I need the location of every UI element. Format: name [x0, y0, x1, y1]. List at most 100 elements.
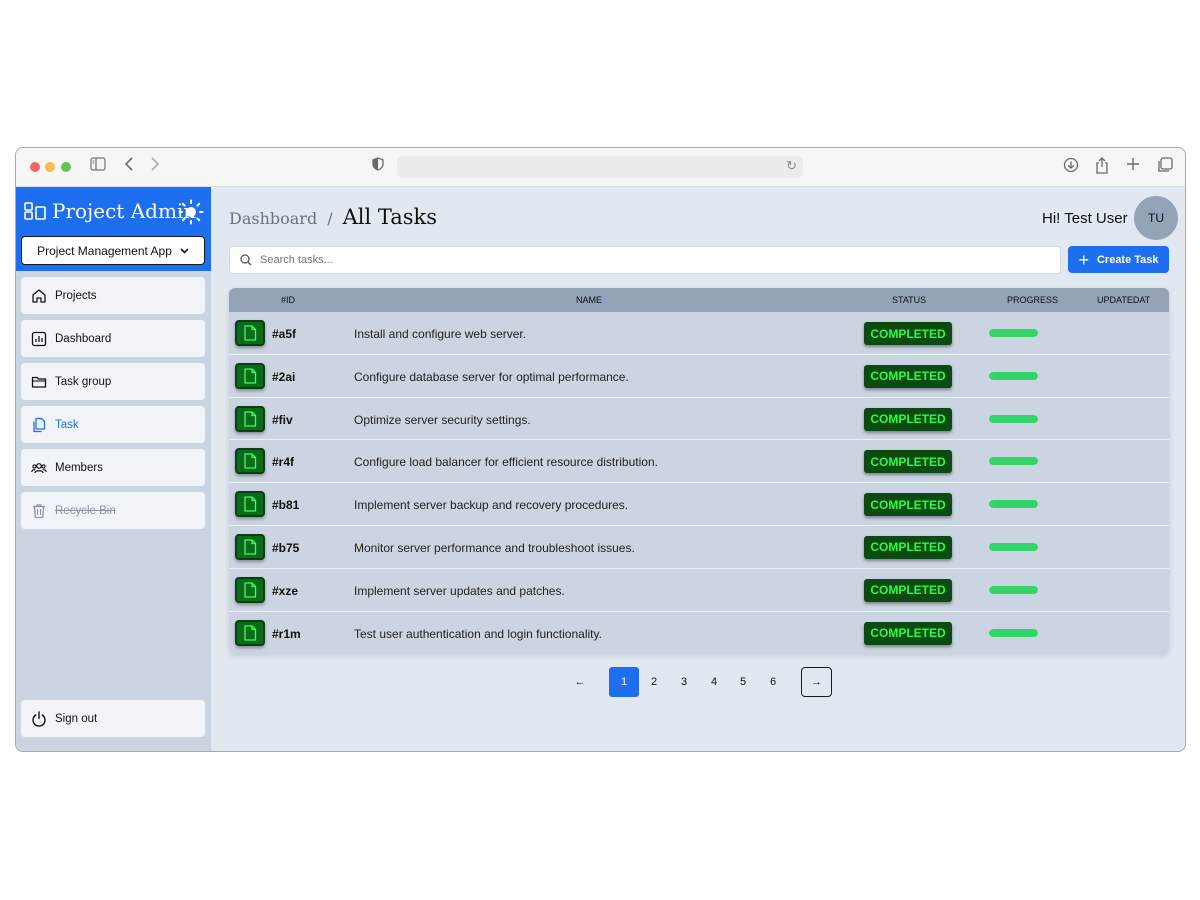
table-row[interactable]: #b81 Implement server backup and recovery…	[229, 483, 1169, 526]
column-header-updatedat[interactable]: UPDATEDAT	[1097, 295, 1150, 305]
file-icon[interactable]	[235, 491, 265, 518]
table-row[interactable]: #r1m Test user authentication and login f…	[229, 612, 1169, 654]
column-header-status[interactable]: STATUS	[892, 295, 926, 305]
page-6-button[interactable]: 6	[758, 667, 788, 697]
progress-fill	[989, 500, 1038, 509]
trash-icon	[33, 503, 45, 518]
page-4-button[interactable]: 4	[699, 667, 729, 697]
table-header: #ID NAME STATUS PROGRESS UPDATEDAT	[229, 288, 1169, 312]
table-row[interactable]: #xze Implement server updates and patches…	[229, 569, 1169, 612]
table-row[interactable]: #r4f Configure load balancer for efficien…	[229, 440, 1169, 484]
progress-fill	[989, 628, 1038, 637]
file-icon[interactable]	[235, 576, 265, 603]
app-select-label: Project Management App	[37, 243, 172, 258]
progress-bar	[989, 371, 1038, 380]
table-row[interactable]: #b75 Monitor server performance and troub…	[229, 526, 1169, 569]
column-header-name[interactable]: NAME	[576, 295, 602, 305]
search-icon	[240, 254, 252, 266]
brand-header: Project Admin Project Management App	[16, 187, 211, 271]
back-icon[interactable]	[124, 157, 134, 177]
forward-icon[interactable]	[150, 157, 160, 177]
sidebar-item-task-group[interactable]: Task group	[21, 363, 205, 400]
reload-icon[interactable]: ↻	[786, 158, 797, 174]
table-row[interactable]: #2ai Configure database server for optima…	[229, 355, 1169, 398]
chevron-down-icon	[180, 247, 189, 254]
sidebar-item-task[interactable]: Task	[21, 406, 205, 443]
shield-icon	[372, 157, 384, 177]
download-icon[interactable]	[1063, 157, 1079, 179]
sidebar-toggle-icon[interactable]	[90, 157, 106, 177]
close-window-button[interactable]	[30, 162, 40, 172]
sign-out-button[interactable]: Sign out	[21, 700, 205, 737]
pagination-next-button[interactable]: →	[801, 667, 832, 697]
task-name: Configure load balancer for efficient re…	[354, 455, 658, 470]
sidebar-item-label: Dashboard	[55, 332, 112, 345]
avatar[interactable]: TU	[1134, 196, 1178, 240]
theme-toggle-sun-icon[interactable]	[178, 199, 204, 225]
file-icon[interactable]	[235, 448, 265, 475]
page-1-button[interactable]: 1	[609, 667, 639, 697]
sidebar-item-dashboard[interactable]: Dashboard	[21, 320, 205, 357]
page-2-button[interactable]: 2	[639, 667, 669, 697]
brand-logo: Project Admin	[24, 199, 196, 223]
app-select-dropdown[interactable]: Project Management App	[21, 236, 205, 265]
address-bar[interactable]: ↻	[397, 156, 803, 178]
task-id: #a5f	[272, 327, 297, 341]
progress-fill	[989, 585, 1038, 594]
breadcrumb-dashboard-link[interactable]: Dashboard	[229, 209, 317, 228]
breadcrumb-separator: /	[327, 209, 333, 228]
file-icon[interactable]	[235, 362, 265, 389]
sidebar-item-recycle-bin[interactable]: Recycle Bin	[21, 492, 205, 529]
tabs-overview-icon[interactable]	[1157, 157, 1173, 179]
main-content: Dashboard / All Tasks Hi! Test User TU +…	[211, 187, 1185, 751]
progress-fill	[989, 457, 1038, 466]
progress-bar	[989, 414, 1038, 423]
search-bar[interactable]	[229, 246, 1061, 274]
progress-bar	[989, 457, 1038, 466]
progress-bar	[989, 329, 1038, 337]
table-row[interactable]: #fiv Optimize server security settings. CO…	[229, 398, 1169, 441]
sidebar-item-label: Projects	[55, 289, 97, 302]
browser-toolbar: ↻	[16, 148, 1185, 187]
table-row[interactable]: #a5f Install and configure web server. COM…	[229, 312, 1169, 355]
sidebar-item-label: Members	[55, 461, 103, 474]
status-badge: COMPLETED	[864, 364, 952, 388]
sidebar-item-label: Task group	[55, 375, 112, 388]
file-icon[interactable]	[235, 533, 265, 560]
maximize-window-button[interactable]	[61, 162, 71, 172]
share-icon[interactable]	[1095, 157, 1109, 180]
sidebar-item-projects[interactable]: Projects	[21, 277, 205, 314]
task-name: Test user authentication and login funct…	[354, 626, 602, 641]
task-name: Implement server updates and patches.	[354, 583, 565, 598]
file-icon[interactable]	[235, 619, 265, 646]
task-name: Implement server backup and recovery pro…	[354, 498, 629, 513]
status-badge: COMPLETED	[864, 450, 952, 474]
task-id: #r4f	[272, 455, 295, 470]
pagination-prev-button[interactable]: ←	[565, 667, 595, 697]
status-badge: COMPLETED	[864, 407, 952, 431]
file-icon[interactable]	[235, 320, 265, 346]
minimize-window-button[interactable]	[45, 162, 55, 172]
folder-icon	[31, 376, 47, 388]
table-body: #a5f Install and configure web server. COM…	[229, 312, 1169, 654]
new-tab-icon[interactable]	[1126, 157, 1140, 177]
user-greeting: Hi! Test User	[1042, 210, 1128, 227]
chart-icon	[31, 331, 47, 346]
task-name: Configure database server for optimal pe…	[354, 369, 629, 384]
task-id: #b75	[272, 540, 300, 555]
page-5-button[interactable]: 5	[728, 667, 758, 697]
task-id: #2ai	[272, 369, 296, 384]
progress-bar	[989, 542, 1038, 551]
column-header-progress[interactable]: PROGRESS	[1007, 295, 1058, 305]
task-id: #r1m	[272, 626, 301, 641]
page-3-button[interactable]: 3	[669, 667, 699, 697]
task-id: #xze	[272, 583, 299, 598]
create-task-label: Create Task	[1096, 253, 1159, 266]
file-icon[interactable]	[235, 405, 265, 432]
sidebar-item-members[interactable]: Members	[21, 449, 205, 486]
progress-bar	[989, 585, 1038, 594]
column-header-id[interactable]: #ID	[281, 295, 295, 305]
search-input[interactable]	[260, 254, 1040, 266]
status-badge: COMPLETED	[864, 578, 952, 602]
create-task-button[interactable]: + Create Task	[1068, 246, 1169, 273]
